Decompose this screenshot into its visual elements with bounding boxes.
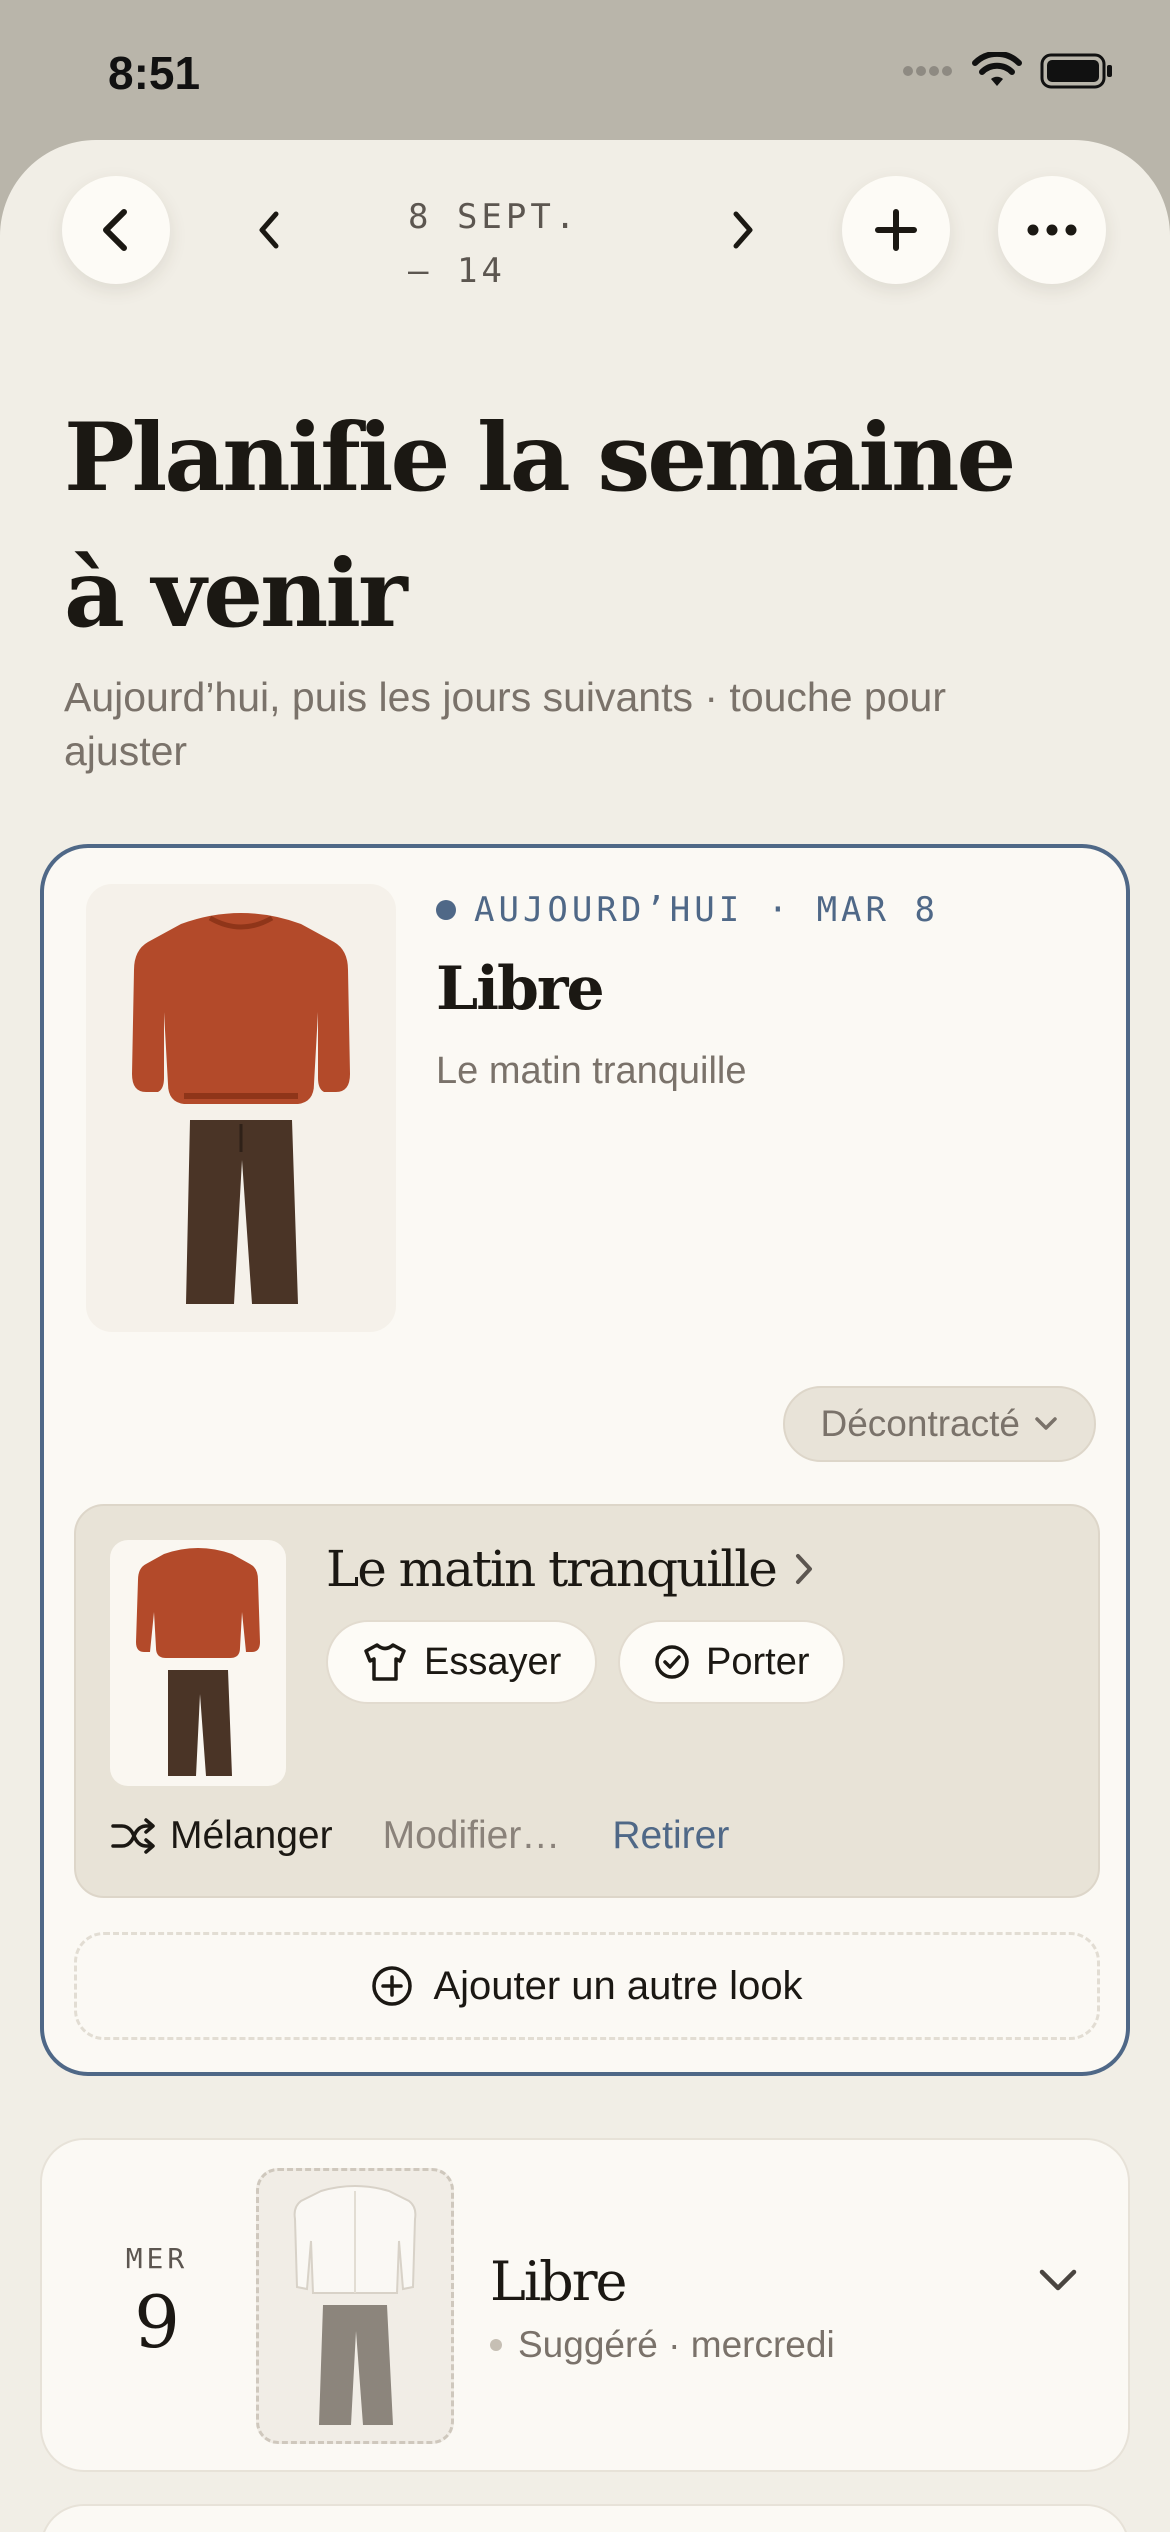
day-outfit-subtitle: Suggéré · mercredi — [490, 2324, 835, 2366]
wear-label: Porter — [706, 1640, 810, 1683]
day-card-wednesday[interactable]: MER 9 Libre Suggéré · mercredi — [40, 2138, 1130, 2472]
status-dot — [490, 2339, 502, 2351]
status-icons — [902, 52, 1114, 90]
plus-circle-icon — [372, 1966, 413, 2006]
day-outfit-subtitle-text: Suggéré · mercredi — [518, 2324, 835, 2365]
more-icon — [1027, 224, 1077, 236]
planner-sheet: 8 SEPT. — 14 Planifie la semaine à venir… — [0, 140, 1170, 2532]
tshirt-icon — [364, 1643, 406, 1681]
try-on-label: Essayer — [424, 1640, 562, 1683]
day-card-next[interactable] — [40, 2504, 1130, 2532]
chevron-down-icon — [1039, 2269, 1077, 2291]
shuffle-icon — [111, 1818, 155, 1854]
today-dot — [436, 900, 456, 920]
add-look-button[interactable]: Ajouter un autre look — [74, 1932, 1100, 2040]
day-of-week: MER — [125, 2242, 189, 2275]
chevron-left-icon — [103, 209, 127, 251]
status-time: 8:51 — [108, 47, 201, 99]
suggested-outfit-thumbnail[interactable] — [256, 2168, 454, 2444]
style-dropdown[interactable]: Décontracté — [782, 1386, 1096, 1462]
today-outfit-subtitle: Le matin tranquille — [436, 1050, 747, 1092]
chevron-right-icon — [733, 211, 753, 249]
try-on-button[interactable]: Essayer — [326, 1620, 598, 1704]
shuffle-button[interactable]: Mélanger — [110, 1814, 333, 1858]
chevron-down-icon — [1035, 1417, 1057, 1430]
more-button[interactable] — [998, 176, 1106, 284]
day-number: 9 — [134, 2280, 180, 2364]
expand-day-button[interactable] — [1038, 2268, 1078, 2298]
look-title-link[interactable]: Le matin tranquille — [326, 1540, 814, 1598]
next-week-button[interactable] — [712, 200, 772, 260]
today-outfit-name: Libre — [436, 954, 605, 1024]
look-card[interactable]: Le matin tranquille Essayer Porter Mélan… — [74, 1504, 1100, 1898]
wear-button[interactable]: Porter — [618, 1620, 846, 1704]
day-outfit-name: Libre — [490, 2250, 627, 2313]
chevron-right-icon — [795, 1554, 812, 1584]
look-actions: Mélanger Modifier… Retirer — [110, 1814, 729, 1858]
style-dropdown-label: Décontracté — [820, 1403, 1021, 1444]
look-thumbnail[interactable] — [110, 1540, 286, 1786]
page-subtitle: Aujourd’hui, puis les jours suivants · t… — [64, 674, 946, 774]
signal-icon — [903, 66, 952, 76]
outfit-thumbnail-illustration — [136, 1548, 260, 1776]
today-outfit-image[interactable] — [86, 884, 396, 1332]
check-circle-icon — [655, 1645, 689, 1679]
look-title: Le matin tranquille — [326, 1540, 778, 1598]
today-label: AUJOURD’HUI · MAR 8 — [436, 890, 939, 930]
add-look-label: Ajouter un autre look — [433, 1963, 803, 2008]
suggested-outfit-illustration — [293, 2185, 417, 2425]
shuffle-label: Mélanger — [170, 1814, 333, 1857]
add-button[interactable] — [842, 176, 950, 284]
plus-icon — [875, 209, 917, 251]
status-bar: 8:51 — [0, 0, 1170, 140]
outfit-illustration — [132, 913, 350, 1304]
chevron-left-icon — [259, 211, 279, 249]
top-nav: 8 SEPT. — 14 — [0, 176, 1170, 291]
modify-button[interactable]: Modifier… — [383, 1814, 561, 1858]
back-button[interactable] — [62, 176, 170, 284]
wifi-icon — [972, 52, 1022, 86]
today-label-text: AUJOURD’HUI · MAR 8 — [474, 890, 939, 930]
remove-button[interactable]: Retirer — [612, 1814, 729, 1858]
today-card[interactable]: AUJOURD’HUI · MAR 8 Libre Le matin tranq… — [40, 844, 1130, 2076]
week-range: 8 SEPT. — 14 — [408, 197, 580, 291]
battery-icon — [1040, 53, 1112, 89]
page-title: Planifie la semaine à venir — [64, 403, 1016, 649]
previous-week-button[interactable] — [240, 200, 300, 260]
